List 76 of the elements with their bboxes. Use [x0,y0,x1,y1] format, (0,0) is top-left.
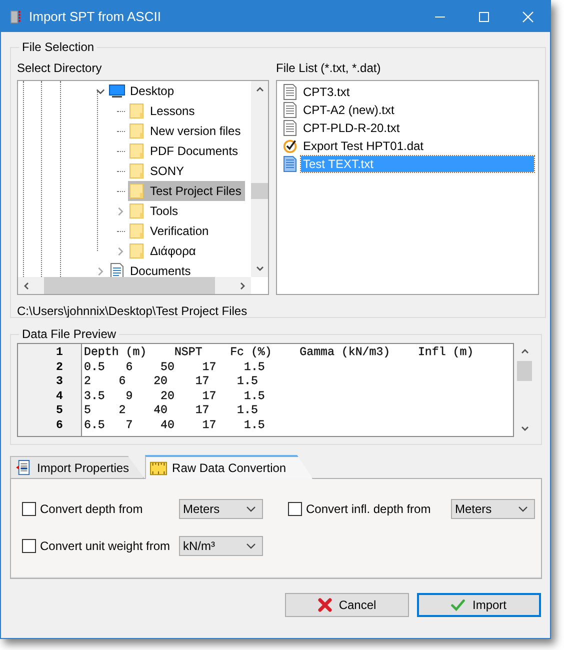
close-icon[interactable] [522,10,534,22]
checkbox[interactable]: Convert depth from [22,502,179,516]
checkbox[interactable]: Convert infl. depth from [288,502,451,516]
tree-item[interactable]: Test Project Files [128,181,246,201]
document-icon [283,120,297,136]
expand-icon[interactable] [116,246,125,256]
file-item[interactable]: CPT-PLD-R-20.txt [301,120,402,136]
import-button[interactable]: Import [417,593,541,617]
file-item[interactable]: CPT-A2 (new).txt [301,102,396,118]
tree-item[interactable]: Tools [128,201,182,221]
folder-icon [129,123,145,139]
group-title: Data File Preview [21,327,118,341]
tab[interactable]: Import Properties [10,456,144,478]
folder-icon [129,243,145,259]
unit-dropdown[interactable]: kN/m³ [179,536,263,556]
list-icon [15,460,32,475]
field-label: Select Directory [17,62,103,75]
cancel-button[interactable]: Cancel [285,593,409,617]
maximize-icon[interactable] [478,10,490,22]
path-label: C:\Users\johnnix\Desktop\Test Project Files [17,304,248,318]
data-line: Depth (m) NSPT Fc (%) Gamma (kN/m3) Infl (m) [84,346,474,361]
tab[interactable]: Raw Data Convertion [145,455,314,479]
file-item[interactable]: Export Test HPT01.dat [301,138,426,154]
tree-item[interactable]: SONY [128,161,188,181]
monitor-icon [109,83,125,99]
file-item[interactable]: CPT3.txt [301,84,352,100]
line-number: 1 [56,346,63,361]
data-line: 0.5 6 50 17 1.5 [84,360,266,376]
tree-item[interactable]: Desktop [108,81,178,101]
document-icon [283,84,297,100]
scroll-thumb[interactable] [251,183,268,199]
directory-tree[interactable]: Desktop Lessons New version files PDF Documents SONY Test Project Files Tools Verification Διάφορα Documents [17,80,269,295]
expand-icon[interactable] [116,206,125,216]
folder-icon [129,143,145,159]
chevron-icon [246,506,256,512]
chevron-icon [518,506,528,512]
line-number: 5 [56,404,63,419]
unit-dropdown[interactable]: Meters [451,499,535,519]
check-icon [283,138,297,154]
group-title: File Selection [21,40,96,54]
close-icon [318,598,332,612]
line-number: 4 [56,390,63,404]
scroll-thumb[interactable] [44,277,215,294]
line-number: 2 [56,360,63,376]
data-line: 3.5 9 20 17 1.5 [84,390,266,404]
window-title: Import SPT from ASCII [29,9,161,24]
tree-item[interactable]: Lessons [128,101,199,121]
tree-item[interactable]: Verification [128,221,213,241]
folder-icon [129,203,145,219]
folder-icon [129,103,145,119]
scrollbar[interactable] [18,277,251,294]
document-icon [283,156,297,172]
field-label: File List (*.txt, *.dat) [276,62,382,75]
line-number: 3 [56,375,63,390]
data-line: 2 6 20 17 1.5 [84,375,259,390]
ruler-icon [150,460,168,476]
check-icon [451,598,466,612]
line-number: 6 [56,418,63,434]
unit-dropdown[interactable]: Meters [179,499,263,519]
checkbox[interactable]: Convert unit weight from [22,539,179,553]
document-icon [283,102,297,118]
tree-item[interactable]: Διάφορα [128,241,200,261]
scroll-thumb[interactable] [517,361,532,381]
folder-icon [129,223,145,239]
document-icon [109,263,125,277]
expand-icon[interactable] [96,266,105,276]
tree-item[interactable]: PDF Documents [128,141,242,161]
tree-item[interactable]: New version files [128,121,245,141]
scrollbar[interactable] [251,81,268,277]
data-line: 5 2 40 17 1.5 [84,404,259,419]
app-icon [10,8,22,24]
data-line: 6.5 7 40 17 1.5 [84,418,266,434]
chevron-icon [246,543,256,549]
collapse-icon[interactable] [96,86,105,96]
folder-icon [129,183,145,199]
folder-icon [129,163,145,179]
